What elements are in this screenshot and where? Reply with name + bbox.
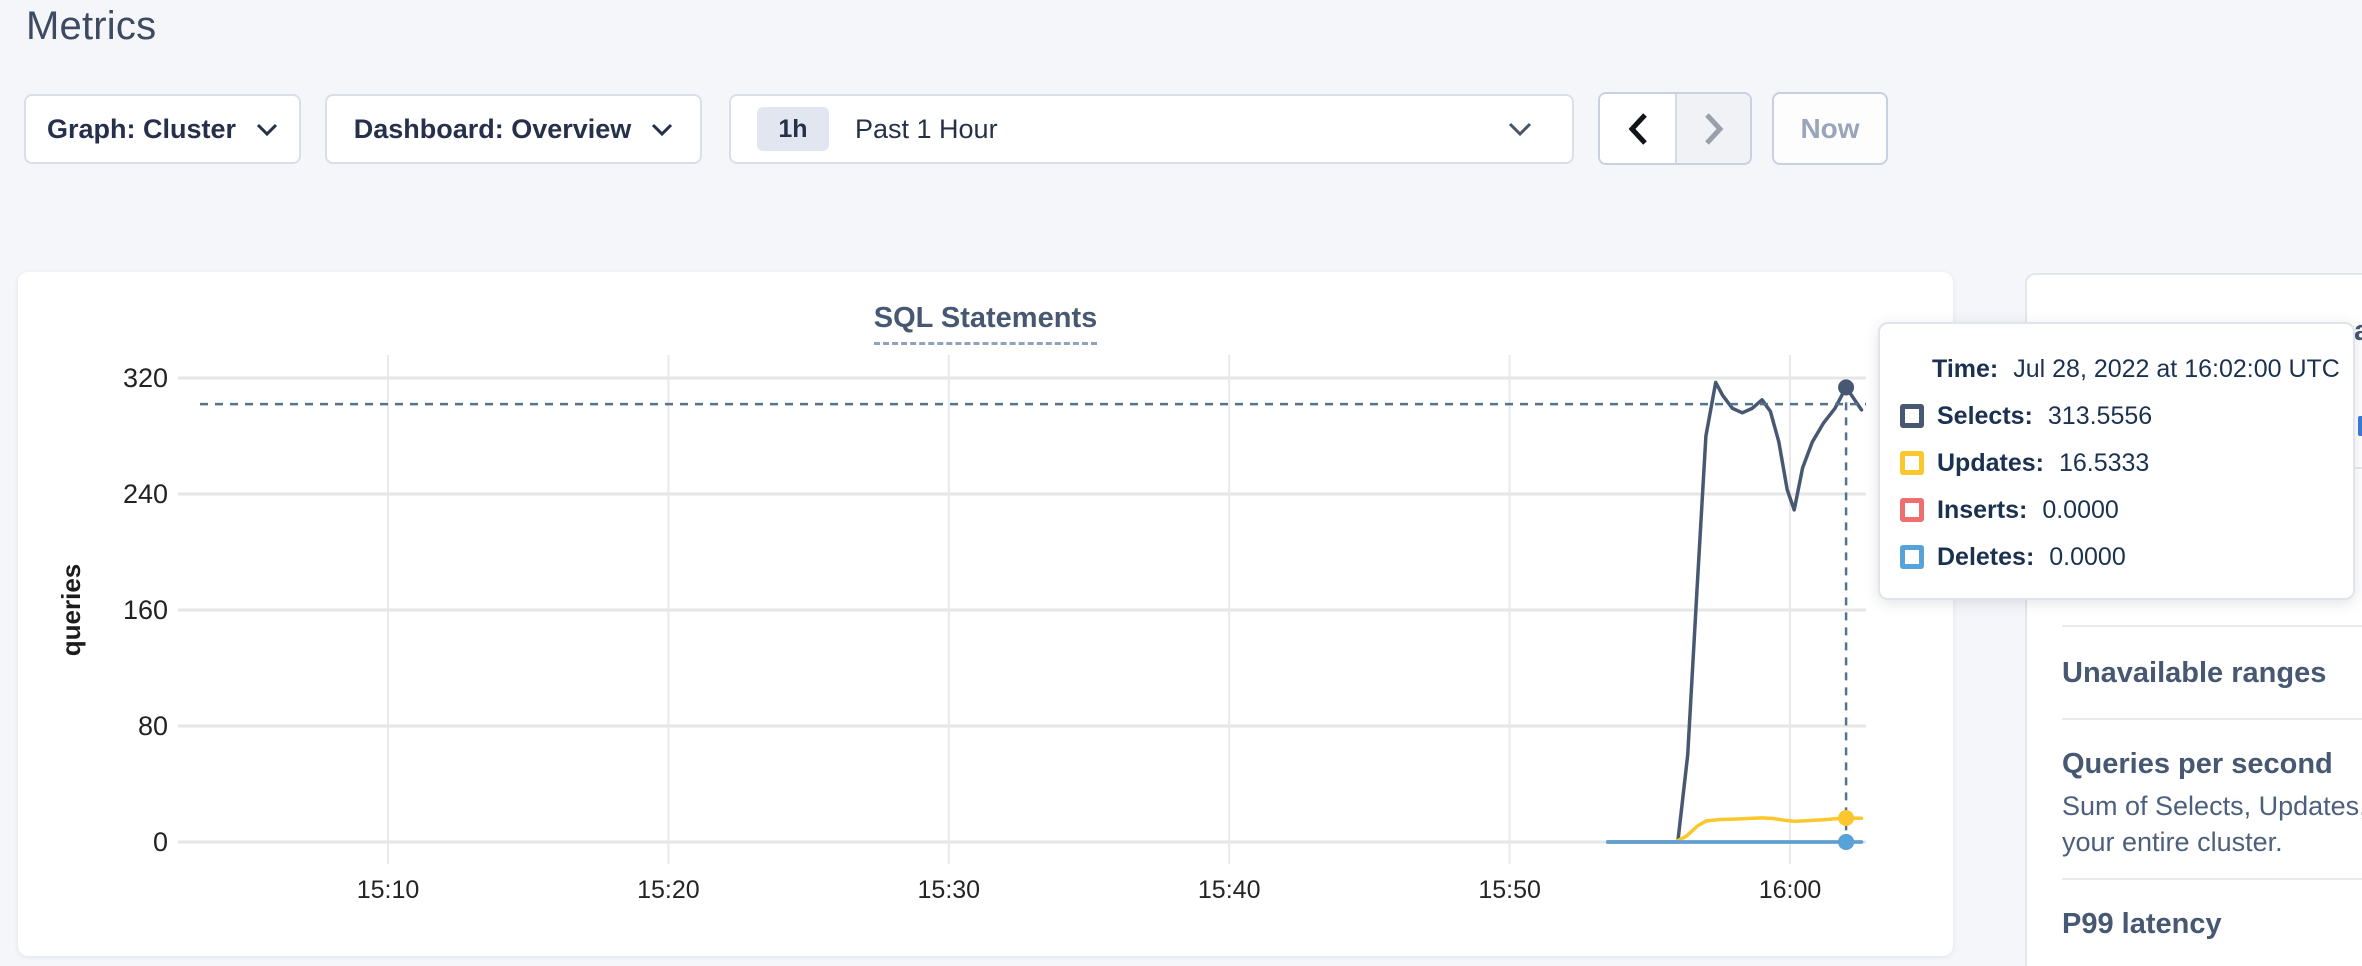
series-swatch-icon (1900, 545, 1924, 569)
sidebar-heading-fragment: a (2354, 315, 2362, 348)
metrics-page: Metrics Graph: Cluster Dashboard: Overvi… (0, 0, 2362, 966)
dashboard-dropdown-label: Dashboard: Overview (354, 114, 632, 145)
sidebar-unavailable-ranges-heading: Unavailable ranges (2062, 657, 2326, 690)
time-range-badge: 1h (757, 107, 829, 151)
dashboard-dropdown[interactable]: Dashboard: Overview (325, 94, 702, 164)
sql-statements-chart-card: SQL Statements (18, 272, 1953, 956)
page-title: Metrics (26, 4, 156, 49)
tooltip-series-value: 0.0000 (2049, 543, 2125, 572)
tooltip-time-label: Time: (1932, 355, 1998, 384)
time-range-label: Past 1 Hour (855, 114, 998, 145)
now-button[interactable]: Now (1772, 92, 1888, 165)
graph-dropdown-label: Graph: Cluster (47, 114, 236, 145)
chevron-down-icon (1508, 122, 1532, 136)
chevron-left-icon (1625, 111, 1651, 147)
divider (2062, 718, 2362, 720)
partial-link-fragment[interactable] (2358, 416, 2362, 436)
previous-timeframe-button[interactable] (1600, 94, 1675, 163)
sidebar-p99-latency-heading: P99 latency (2062, 908, 2222, 941)
chevron-down-icon (256, 123, 278, 136)
tooltip-series-row: Selects: 313.5556 (1880, 401, 2353, 431)
tooltip-series-label: Updates: (1937, 449, 2044, 478)
tooltip-series-value: 313.5556 (2048, 402, 2152, 431)
tooltip-time-value: Jul 28, 2022 at 16:02:00 UTC (2013, 355, 2340, 384)
tooltip-series-value: 16.5333 (2059, 449, 2149, 478)
series-swatch-icon (1900, 404, 1924, 428)
divider (2062, 625, 2362, 627)
next-timeframe-button[interactable] (1675, 94, 1750, 163)
tooltip-series-row: Inserts: 0.0000 (1880, 495, 2353, 525)
graph-dropdown[interactable]: Graph: Cluster (24, 94, 301, 164)
series-swatch-icon (1900, 498, 1924, 522)
chart-hover-tooltip: Time: Jul 28, 2022 at 16:02:00 UTC Selec… (1878, 322, 2355, 600)
sidebar-qps-description-line1: Sum of Selects, Updates, Inser (2062, 791, 2362, 822)
chevron-right-icon (1701, 111, 1727, 147)
tooltip-series-value: 0.0000 (2042, 496, 2118, 525)
time-range-selector[interactable]: 1h Past 1 Hour (729, 94, 1574, 164)
chevron-down-icon (651, 123, 673, 136)
sidebar-qps-heading: Queries per second (2062, 748, 2333, 781)
divider (2062, 878, 2362, 880)
tooltip-series-row: Deletes: 0.0000 (1880, 542, 2353, 572)
tooltip-series-label: Selects: (1937, 402, 2033, 431)
series-swatch-icon (1900, 451, 1924, 475)
tooltip-series-label: Deletes: (1937, 543, 2034, 572)
time-pager (1598, 92, 1752, 165)
tooltip-series-row: Updates: 16.5333 (1880, 448, 2353, 478)
sidebar-qps-description-line2: your entire cluster. (2062, 827, 2283, 858)
chart-title[interactable]: SQL Statements (874, 302, 1097, 345)
tooltip-series-label: Inserts: (1937, 496, 2027, 525)
